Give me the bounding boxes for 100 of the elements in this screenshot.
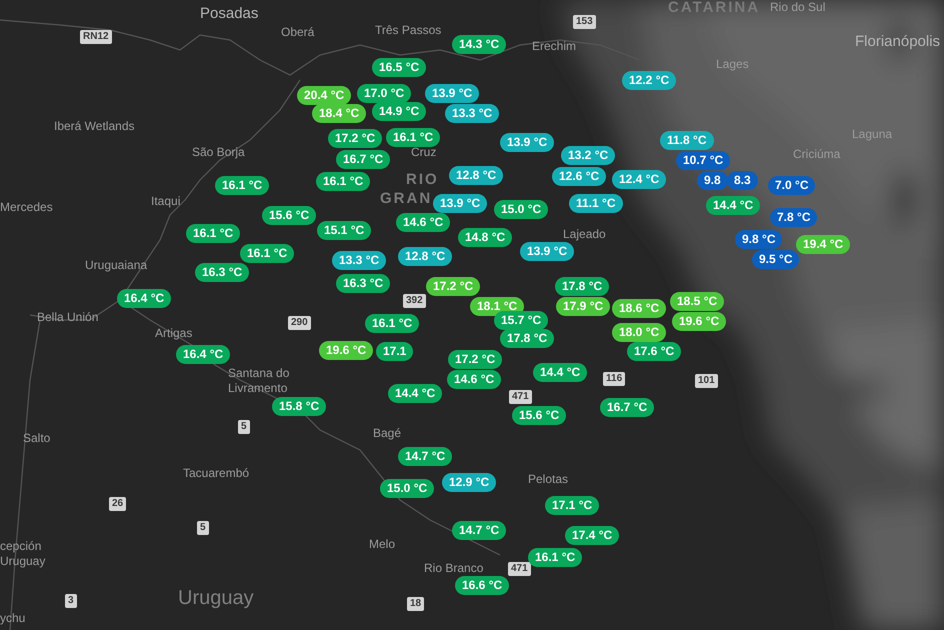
temperature-marker[interactable]: 12.8 °C (398, 247, 452, 266)
temperature-marker[interactable]: 17.8 °C (500, 329, 554, 348)
temperature-marker[interactable]: 16.7 °C (336, 150, 390, 169)
temperature-marker[interactable]: 14.7 °C (398, 447, 452, 466)
temperature-marker[interactable]: 16.1 °C (316, 172, 370, 191)
temperature-marker[interactable]: 13.9 °C (520, 242, 574, 261)
temperature-marker[interactable]: 18.6 °C (612, 299, 666, 318)
temperature-marker[interactable]: 13.3 °C (445, 104, 500, 123)
temperature-marker[interactable]: 14.4 °C (533, 363, 588, 382)
temperature-marker[interactable]: 15.6 °C (262, 206, 316, 225)
temperature-marker[interactable]: 17.4 °C (565, 526, 620, 545)
temperature-marker[interactable]: 15.0 °C (380, 479, 434, 498)
temperature-marker[interactable]: 17.2 °C (328, 129, 382, 148)
temperature-marker[interactable]: 16.4 °C (117, 289, 172, 308)
temperature-marker[interactable]: 17.0 °C (357, 84, 412, 103)
temperature-marker[interactable]: 16.7 °C (600, 398, 654, 417)
temperature-marker[interactable]: 12.8 °C (449, 166, 504, 185)
temperature-marker[interactable]: 16.4 °C (176, 345, 230, 364)
temperature-marker[interactable]: 18.4 °C (312, 104, 366, 123)
temperature-marker[interactable]: 14.4 °C (706, 196, 760, 215)
temperature-marker[interactable]: 13.9 °C (500, 133, 554, 152)
place-label: Pelotas (528, 473, 568, 485)
temperature-marker[interactable]: 14.4 °C (388, 384, 442, 403)
road-shield: 5 (238, 420, 250, 434)
place-label: Iberá Wetlands (54, 120, 134, 132)
temperature-marker[interactable]: 17.1 °C (545, 496, 600, 515)
place-label: Itaqui (151, 195, 180, 207)
temperature-marker[interactable]: 9.5 °C (752, 250, 800, 269)
temperature-marker[interactable]: 14.7 °C (452, 521, 506, 540)
temperature-marker[interactable]: 15.8 °C (272, 397, 326, 416)
temperature-marker[interactable]: 17.2 °C (426, 277, 480, 296)
place-label: Melo (369, 538, 396, 550)
temperature-marker[interactable]: 15.7 °C (494, 311, 548, 330)
temperature-marker[interactable]: 14.3 °C (452, 35, 506, 54)
place-label: Uruguay (0, 555, 46, 567)
place-label: Posadas (200, 6, 258, 21)
place-label: Santana do Livramento (228, 366, 290, 396)
temperature-marker[interactable]: 15.6 °C (512, 406, 566, 425)
temperature-marker[interactable]: 13.3 °C (332, 251, 386, 270)
temperature-marker[interactable]: 16.3 °C (195, 263, 250, 282)
temperature-marker[interactable]: 14.6 °C (447, 370, 502, 389)
temperature-marker[interactable]: 15.0 °C (494, 200, 548, 219)
temperature-marker[interactable]: 12.2 °C (622, 71, 676, 90)
temperature-marker[interactable]: 12.4 °C (612, 170, 666, 189)
temperature-marker[interactable]: 19.4 °C (796, 235, 850, 254)
temperature-marker[interactable]: 12.6 °C (552, 167, 606, 186)
temperature-marker[interactable]: 14.8 °C (458, 228, 512, 247)
temperature-marker[interactable]: 18.0 °C (612, 323, 666, 342)
temperature-marker[interactable]: 18.5 °C (670, 292, 724, 311)
temperature-marker[interactable]: 17.1 (376, 342, 414, 361)
temperature-marker[interactable]: 13.9 °C (425, 84, 480, 103)
temperature-marker[interactable]: 11.8 °C (660, 131, 714, 150)
temperature-marker[interactable]: 16.1 °C (528, 548, 582, 567)
place-label: Rio Branco (424, 562, 484, 574)
place-label: Uruguaiana (85, 259, 148, 271)
place-label: São Borja (192, 146, 245, 158)
temperature-marker[interactable]: 17.9 °C (556, 297, 610, 316)
road-shield: RN12 (80, 30, 112, 44)
place-label: Lages (716, 58, 749, 70)
temperature-marker[interactable]: 16.1 °C (186, 224, 240, 243)
temperature-marker[interactable]: 17.6 °C (627, 342, 682, 361)
temperature-marker[interactable]: 17.8 °C (555, 277, 610, 296)
temperature-marker[interactable]: 16.1 °C (365, 314, 420, 333)
temperature-marker[interactable]: 14.6 °C (396, 213, 450, 232)
temperature-marker[interactable]: 20.4 °C (297, 86, 352, 105)
temperature-marker[interactable]: 16.6 °C (455, 576, 510, 595)
temperature-marker[interactable]: 13.9 °C (433, 194, 488, 213)
temperature-marker[interactable]: 16.3 °C (336, 274, 390, 293)
place-label: Cruz (411, 146, 436, 158)
place-label: Erechim (532, 40, 576, 52)
temperature-marker[interactable]: 9.8 °C (735, 230, 782, 249)
road-shield: 18 (407, 597, 424, 611)
temperature-marker[interactable]: 16.5 °C (372, 58, 426, 77)
temperature-marker[interactable]: 11.1 °C (569, 194, 622, 213)
place-label: ychu (0, 612, 26, 624)
temperature-marker[interactable]: 14.9 °C (372, 102, 426, 121)
road-shield: 392 (403, 294, 426, 308)
place-label: Criciúma (793, 148, 840, 160)
temperature-marker[interactable]: 7.8 °C (770, 208, 818, 227)
temperature-marker[interactable]: 12.9 °C (442, 473, 496, 492)
temperature-marker[interactable]: 16.1 °C (386, 128, 440, 147)
temperature-marker[interactable]: 15.1 °C (317, 221, 372, 240)
road-shield: 116 (603, 372, 626, 386)
place-label: Bella Unión (37, 311, 98, 323)
temperature-marker[interactable]: 19.6 °C (672, 312, 726, 331)
road-shield: 471 (508, 562, 531, 576)
temperature-marker[interactable]: 17.2 °C (448, 350, 502, 369)
country-label: Uruguay (178, 588, 254, 608)
temperature-marker[interactable]: 10.7 °C (676, 151, 730, 170)
place-label: Tacuarembó (183, 467, 250, 479)
place-label: Bagé (373, 427, 402, 439)
temperature-marker[interactable]: 19.6 °C (319, 341, 374, 360)
temperature-marker[interactable]: 7.0 °C (768, 176, 816, 195)
place-label: Mercedes (0, 201, 53, 213)
road-shield: 26 (109, 497, 126, 511)
region-label: RIO (406, 172, 439, 187)
place-label: cepción (0, 540, 42, 552)
temperature-marker[interactable]: 16.1 °C (240, 244, 294, 263)
temperature-marker[interactable]: 13.2 °C (561, 146, 616, 165)
temperature-marker[interactable]: 16.1 °C (215, 176, 270, 195)
